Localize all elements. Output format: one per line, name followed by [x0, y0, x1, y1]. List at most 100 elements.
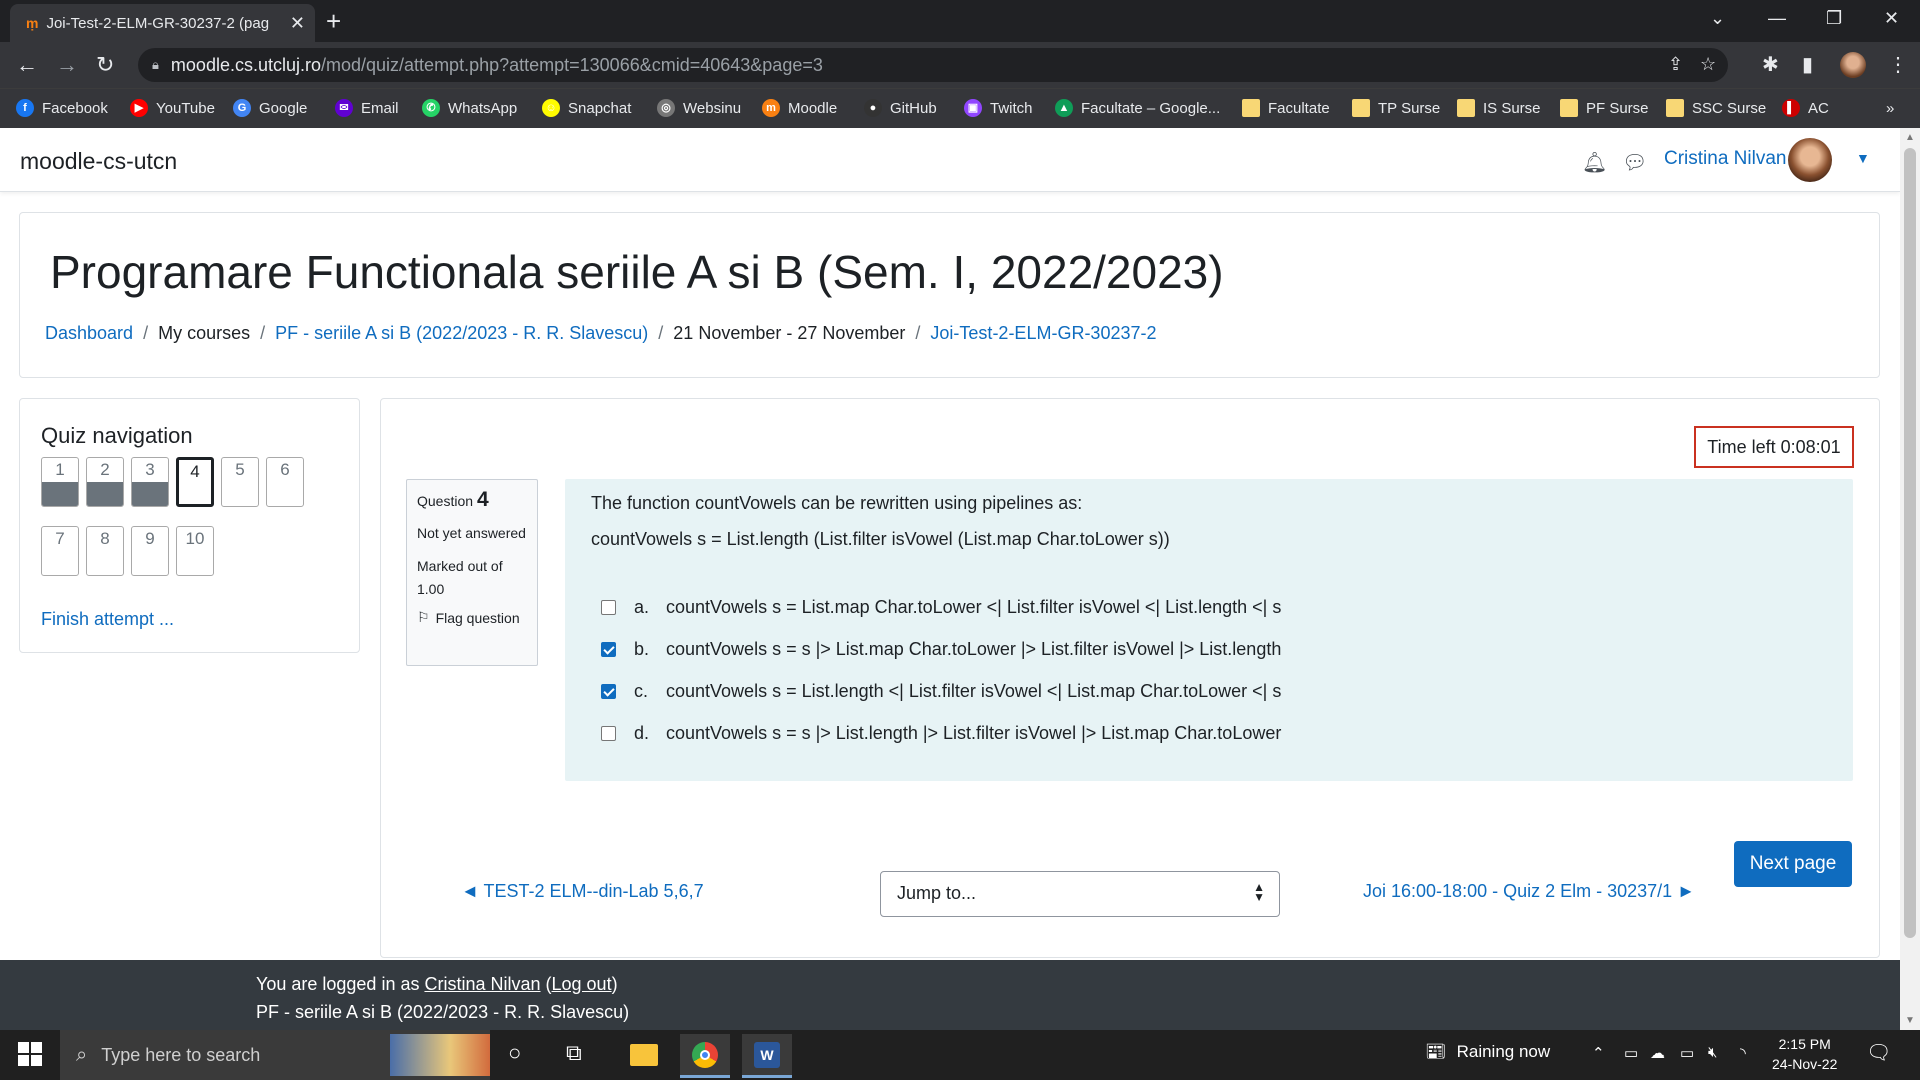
cortana-icon[interactable]: ○ — [508, 1040, 521, 1066]
site-name[interactable]: moodle-cs-utcn — [20, 148, 177, 175]
question-marks: Marked out of 1.00 — [417, 558, 503, 597]
volume-icon[interactable]: 🔇︎ — [1708, 1044, 1717, 1061]
address-bar[interactable]: 🔒︎ moodle.cs.utcluj.ro /mod/quiz/attempt… — [138, 48, 1728, 82]
chat-icon[interactable]: 💬︎ — [1622, 150, 1647, 175]
bookmark-twitch[interactable]: ▣ Twitch — [964, 96, 1033, 120]
weather-widget[interactable]: 📰︎ Raining now — [1425, 1042, 1550, 1062]
system-clock[interactable]: 2:15 PM 24-Nov-22 — [1772, 1034, 1837, 1074]
quiz-nav-button[interactable]: 4 — [176, 457, 214, 507]
avatar[interactable] — [1788, 138, 1832, 182]
tab-search-icon[interactable]: ⌄ — [1710, 8, 1725, 29]
profile-avatar[interactable] — [1840, 52, 1866, 78]
flag-question-button[interactable]: ⚐ Flag question — [417, 609, 527, 626]
task-view-icon[interactable]: ⧉ — [566, 1040, 582, 1066]
bookmark-facebook[interactable]: f Facebook — [16, 96, 108, 120]
next-page-button[interactable]: Next page — [1734, 841, 1852, 887]
page-title: Programare Functionala seriile A si B (S… — [50, 246, 1224, 298]
back-icon[interactable]: ← — [16, 52, 38, 78]
new-tab-icon[interactable]: + — [326, 6, 341, 37]
footer-course-link[interactable]: PF - seriile A si B (2022/2023 - R. R. S… — [256, 1002, 629, 1023]
finish-attempt-link[interactable]: Finish attempt ... — [41, 609, 174, 630]
meet-icon[interactable]: ▭ — [1624, 1044, 1638, 1062]
scrollbar[interactable]: ▲ ▼ — [1900, 128, 1920, 1030]
bookmark-tp-surse[interactable]: TP Surse — [1352, 96, 1440, 120]
wifi-icon[interactable]: ◝ — [1740, 1044, 1746, 1062]
bookmark-pf-surse[interactable]: PF Surse — [1560, 96, 1649, 120]
answer-text: countVowels s = List.length <| List.filt… — [666, 680, 1282, 701]
quiz-nav-button[interactable]: 3 — [131, 457, 169, 507]
forward-icon[interactable]: → — [56, 52, 78, 78]
answer-letter: a. — [634, 596, 650, 617]
more-bookmarks-icon[interactable]: » — [1886, 96, 1894, 120]
scroll-up-icon[interactable]: ▲ — [1905, 132, 1915, 143]
quiz-nav-button[interactable]: 10 — [176, 526, 214, 576]
answer-letter: d. — [634, 722, 650, 743]
quiz-navigation-heading: Quiz navigation — [41, 423, 193, 448]
restore-icon[interactable]: ❐ — [1826, 8, 1842, 29]
user-name[interactable]: Cristina Nilvan — [1664, 148, 1786, 170]
reload-icon[interactable]: ↻ — [96, 52, 114, 78]
answer-option[interactable]: d. countVowels s = s |> List.length |> Li… — [601, 721, 1281, 745]
breadcrumb-course[interactable]: PF - seriile A si B (2022/2023 - R. R. S… — [275, 323, 648, 344]
answer-option[interactable]: a. countVowels s = List.map Char.toLower … — [601, 595, 1281, 619]
minimize-icon[interactable]: — — [1768, 8, 1786, 29]
chevron-up-icon[interactable]: ⌃ — [1592, 1044, 1605, 1062]
bookmark-websinu[interactable]: ◎ Websinu — [657, 96, 741, 120]
bookmark-ssc-surse[interactable]: SSC Surse — [1666, 96, 1766, 120]
breadcrumb-dashboard[interactable]: Dashboard — [45, 323, 133, 344]
breadcrumb-quiz[interactable]: Joi-Test-2-ELM-GR-30237-2 — [930, 323, 1156, 344]
extensions-icon[interactable]: ✱ — [1762, 52, 1779, 77]
answer-checkbox[interactable] — [601, 599, 616, 615]
quiz-nav-button[interactable]: 5 — [221, 457, 259, 507]
jump-to-select[interactable]: Jump to... ▲ ▼ — [880, 871, 1280, 917]
word-icon[interactable]: W — [742, 1034, 792, 1078]
quiz-nav-button[interactable]: 8 — [86, 526, 124, 576]
quiz-timer: Time left 0:08:01 — [1694, 426, 1854, 468]
quiz-nav-button[interactable]: 7 — [41, 526, 79, 576]
bookmark-is-surse[interactable]: IS Surse — [1457, 96, 1541, 120]
answer-option[interactable]: b. countVowels s = s |> List.map Char.toL… — [601, 637, 1281, 661]
bookmark-youtube[interactable]: ▶ YouTube — [130, 96, 215, 120]
footer-user-link[interactable]: Cristina Nilvan — [424, 974, 540, 994]
quiz-nav-button[interactable]: 2 — [86, 457, 124, 507]
chevron-down-icon[interactable]: ▼ — [1856, 150, 1870, 166]
windows-start-icon[interactable] — [18, 1042, 42, 1066]
taskbar-search[interactable]: ⌕ Type here to search — [60, 1030, 490, 1080]
onedrive-icon[interactable]: ☁ — [1650, 1044, 1665, 1062]
breadcrumb-separator: / — [143, 323, 149, 343]
share-icon[interactable]: ⇪ — [1668, 54, 1683, 75]
quiz-nav-button[interactable]: 9 — [131, 526, 169, 576]
quiz-nav-button[interactable]: 6 — [266, 457, 304, 507]
bookmark-facultate[interactable]: Facultate — [1242, 96, 1330, 120]
bookmark-email[interactable]: ✉ Email — [335, 96, 399, 120]
breadcrumb-separator: / — [658, 323, 664, 343]
logout-link[interactable]: Log out — [552, 974, 612, 994]
bookmark-moodle[interactable]: m Moodle — [762, 96, 837, 120]
previous-activity-link[interactable]: ◄ TEST-2 ELM--din-Lab 5,6,7 — [461, 881, 704, 902]
file-explorer-icon[interactable] — [618, 1034, 668, 1078]
next-activity-link[interactable]: Joi 16:00-18:00 - Quiz 2 Elm - 30237/1 ► — [1363, 881, 1695, 902]
scrollbar-thumb[interactable] — [1904, 148, 1916, 938]
bookmark-whatsapp[interactable]: ✆ WhatsApp — [422, 96, 517, 120]
answer-checkbox[interactable] — [601, 641, 616, 657]
side-panel-icon[interactable]: ▮ — [1802, 52, 1813, 77]
menu-kebab-icon[interactable]: ⋮ — [1888, 52, 1908, 77]
battery-icon[interactable]: ▭ — [1680, 1044, 1694, 1062]
chrome-icon[interactable] — [680, 1034, 730, 1078]
notification-icon[interactable]: 🗨︎ — [1866, 1040, 1891, 1065]
quiz-nav-button[interactable]: 1 — [41, 457, 79, 507]
answer-checkbox[interactable] — [601, 683, 616, 699]
bookmark-facultate-google[interactable]: ▲ Facultate – Google... — [1055, 96, 1220, 120]
bookmark-github[interactable]: ● GitHub — [864, 96, 937, 120]
close-tab-icon[interactable]: ✕ — [290, 13, 305, 34]
bookmark-ac[interactable]: ▌ AC — [1782, 96, 1829, 120]
answer-checkbox[interactable] — [601, 725, 616, 741]
close-window-icon[interactable]: ✕ — [1884, 8, 1899, 29]
bookmark-snapchat[interactable]: ☺ Snapchat — [542, 96, 631, 120]
answer-option[interactable]: c. countVowels s = List.length <| List.fi… — [601, 679, 1281, 703]
bookmark-google[interactable]: G Google — [233, 96, 307, 120]
scroll-down-icon[interactable]: ▼ — [1905, 1015, 1915, 1026]
bell-icon[interactable]: 🔔︎ — [1582, 150, 1607, 175]
browser-tab[interactable]: ṃ Joi-Test-2-ELM-GR-30237-2 (pag ✕ — [10, 4, 315, 42]
bookmark-star-icon[interactable]: ☆ — [1700, 54, 1716, 75]
